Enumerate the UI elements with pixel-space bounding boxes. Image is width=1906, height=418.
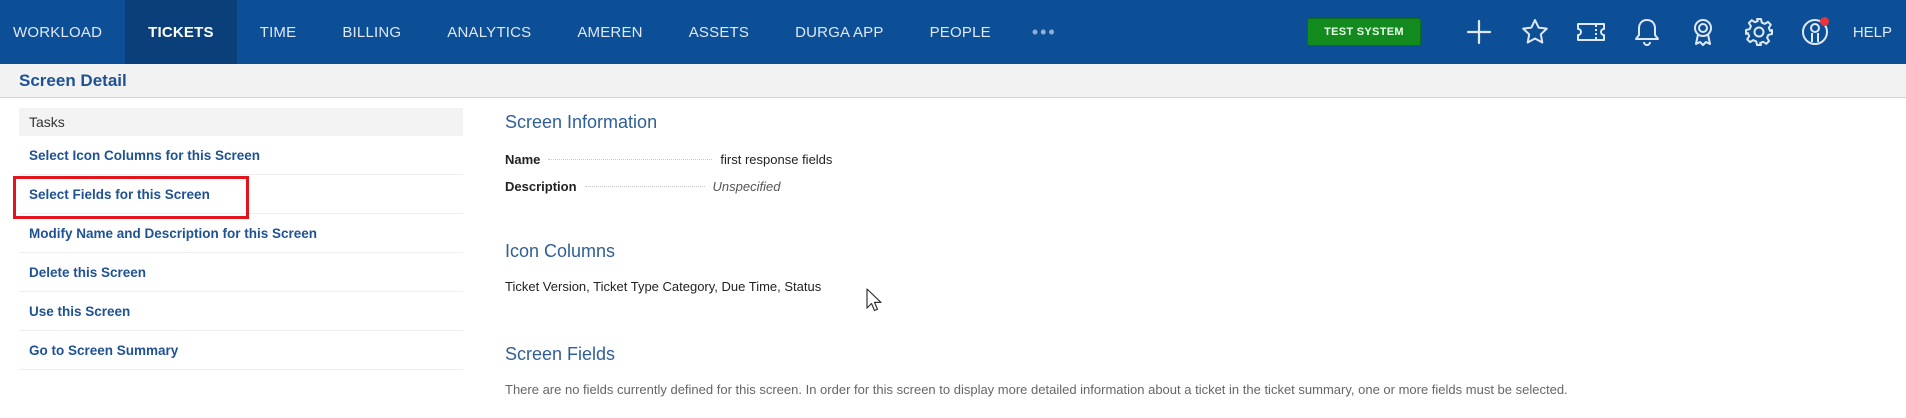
task-use-screen[interactable]: Use this Screen bbox=[19, 292, 463, 331]
nav-right-tools: TEST SYSTEM HELP bbox=[1307, 0, 1906, 64]
nav-durga-app[interactable]: DURGA APP bbox=[772, 0, 907, 64]
gear-icon[interactable] bbox=[1731, 0, 1787, 64]
star-icon[interactable] bbox=[1507, 0, 1563, 64]
user-icon[interactable] bbox=[1787, 0, 1843, 64]
leader-line bbox=[584, 186, 705, 187]
description-label: Description bbox=[505, 179, 577, 194]
icon-columns-title: Icon Columns bbox=[505, 241, 616, 261]
tasks-panel: Tasks Select Icon Columns for this Scree… bbox=[13, 108, 463, 370]
nav-time[interactable]: TIME bbox=[237, 0, 320, 64]
description-value: Unspecified bbox=[712, 179, 781, 194]
nav-billing[interactable]: BILLING bbox=[319, 0, 424, 64]
name-label: Name bbox=[505, 152, 541, 167]
leader-line bbox=[548, 159, 713, 160]
award-icon[interactable] bbox=[1675, 0, 1731, 64]
top-nav: WORKLOAD TICKETS TIME BILLING ANALYTICS … bbox=[0, 0, 1906, 64]
screen-fields-title: Screen Fields bbox=[505, 344, 616, 364]
nav-ameren[interactable]: AMEREN bbox=[554, 0, 665, 64]
ticket-icon[interactable] bbox=[1563, 0, 1619, 64]
mouse-cursor-icon bbox=[866, 288, 882, 312]
nav-assets[interactable]: ASSETS bbox=[666, 0, 772, 64]
nav-tickets[interactable]: TICKETS bbox=[125, 0, 237, 64]
page-title-bar: Screen Detail bbox=[0, 64, 1906, 98]
notification-dot bbox=[1819, 17, 1829, 26]
test-system-badge: TEST SYSTEM bbox=[1307, 18, 1421, 46]
task-modify-name-description[interactable]: Modify Name and Description for this Scr… bbox=[19, 214, 463, 253]
nav-workload[interactable]: WORKLOAD bbox=[0, 0, 125, 64]
screen-fields-note: There are no fields currently defined fo… bbox=[505, 382, 1568, 397]
task-go-to-screen-summary[interactable]: Go to Screen Summary bbox=[19, 331, 463, 370]
task-select-fields[interactable]: Select Fields for this Screen bbox=[13, 175, 463, 219]
screen-info-list: Name first response fields Description U… bbox=[505, 146, 1885, 200]
icon-columns-value: Ticket Version, Ticket Type Category, Du… bbox=[505, 279, 822, 294]
nav-analytics[interactable]: ANALYTICS bbox=[424, 0, 554, 64]
screen-information-title: Screen Information bbox=[505, 112, 658, 132]
page-title: Screen Detail bbox=[19, 70, 127, 90]
help-link[interactable]: HELP bbox=[1843, 24, 1906, 41]
name-row: Name first response fields bbox=[505, 146, 1885, 173]
bell-icon[interactable] bbox=[1619, 0, 1675, 64]
task-select-icon-columns[interactable]: Select Icon Columns for this Screen bbox=[19, 136, 463, 175]
description-row: Description Unspecified bbox=[505, 173, 1885, 200]
tasks-header: Tasks bbox=[19, 108, 463, 136]
main-content: Screen Information Name first response f… bbox=[505, 108, 1885, 397]
nav-more-button[interactable]: ••• bbox=[1014, 0, 1075, 64]
plus-icon[interactable] bbox=[1451, 0, 1507, 64]
task-delete-screen[interactable]: Delete this Screen bbox=[19, 253, 463, 292]
name-value: first response fields bbox=[720, 152, 833, 167]
nav-people[interactable]: PEOPLE bbox=[907, 0, 1014, 64]
